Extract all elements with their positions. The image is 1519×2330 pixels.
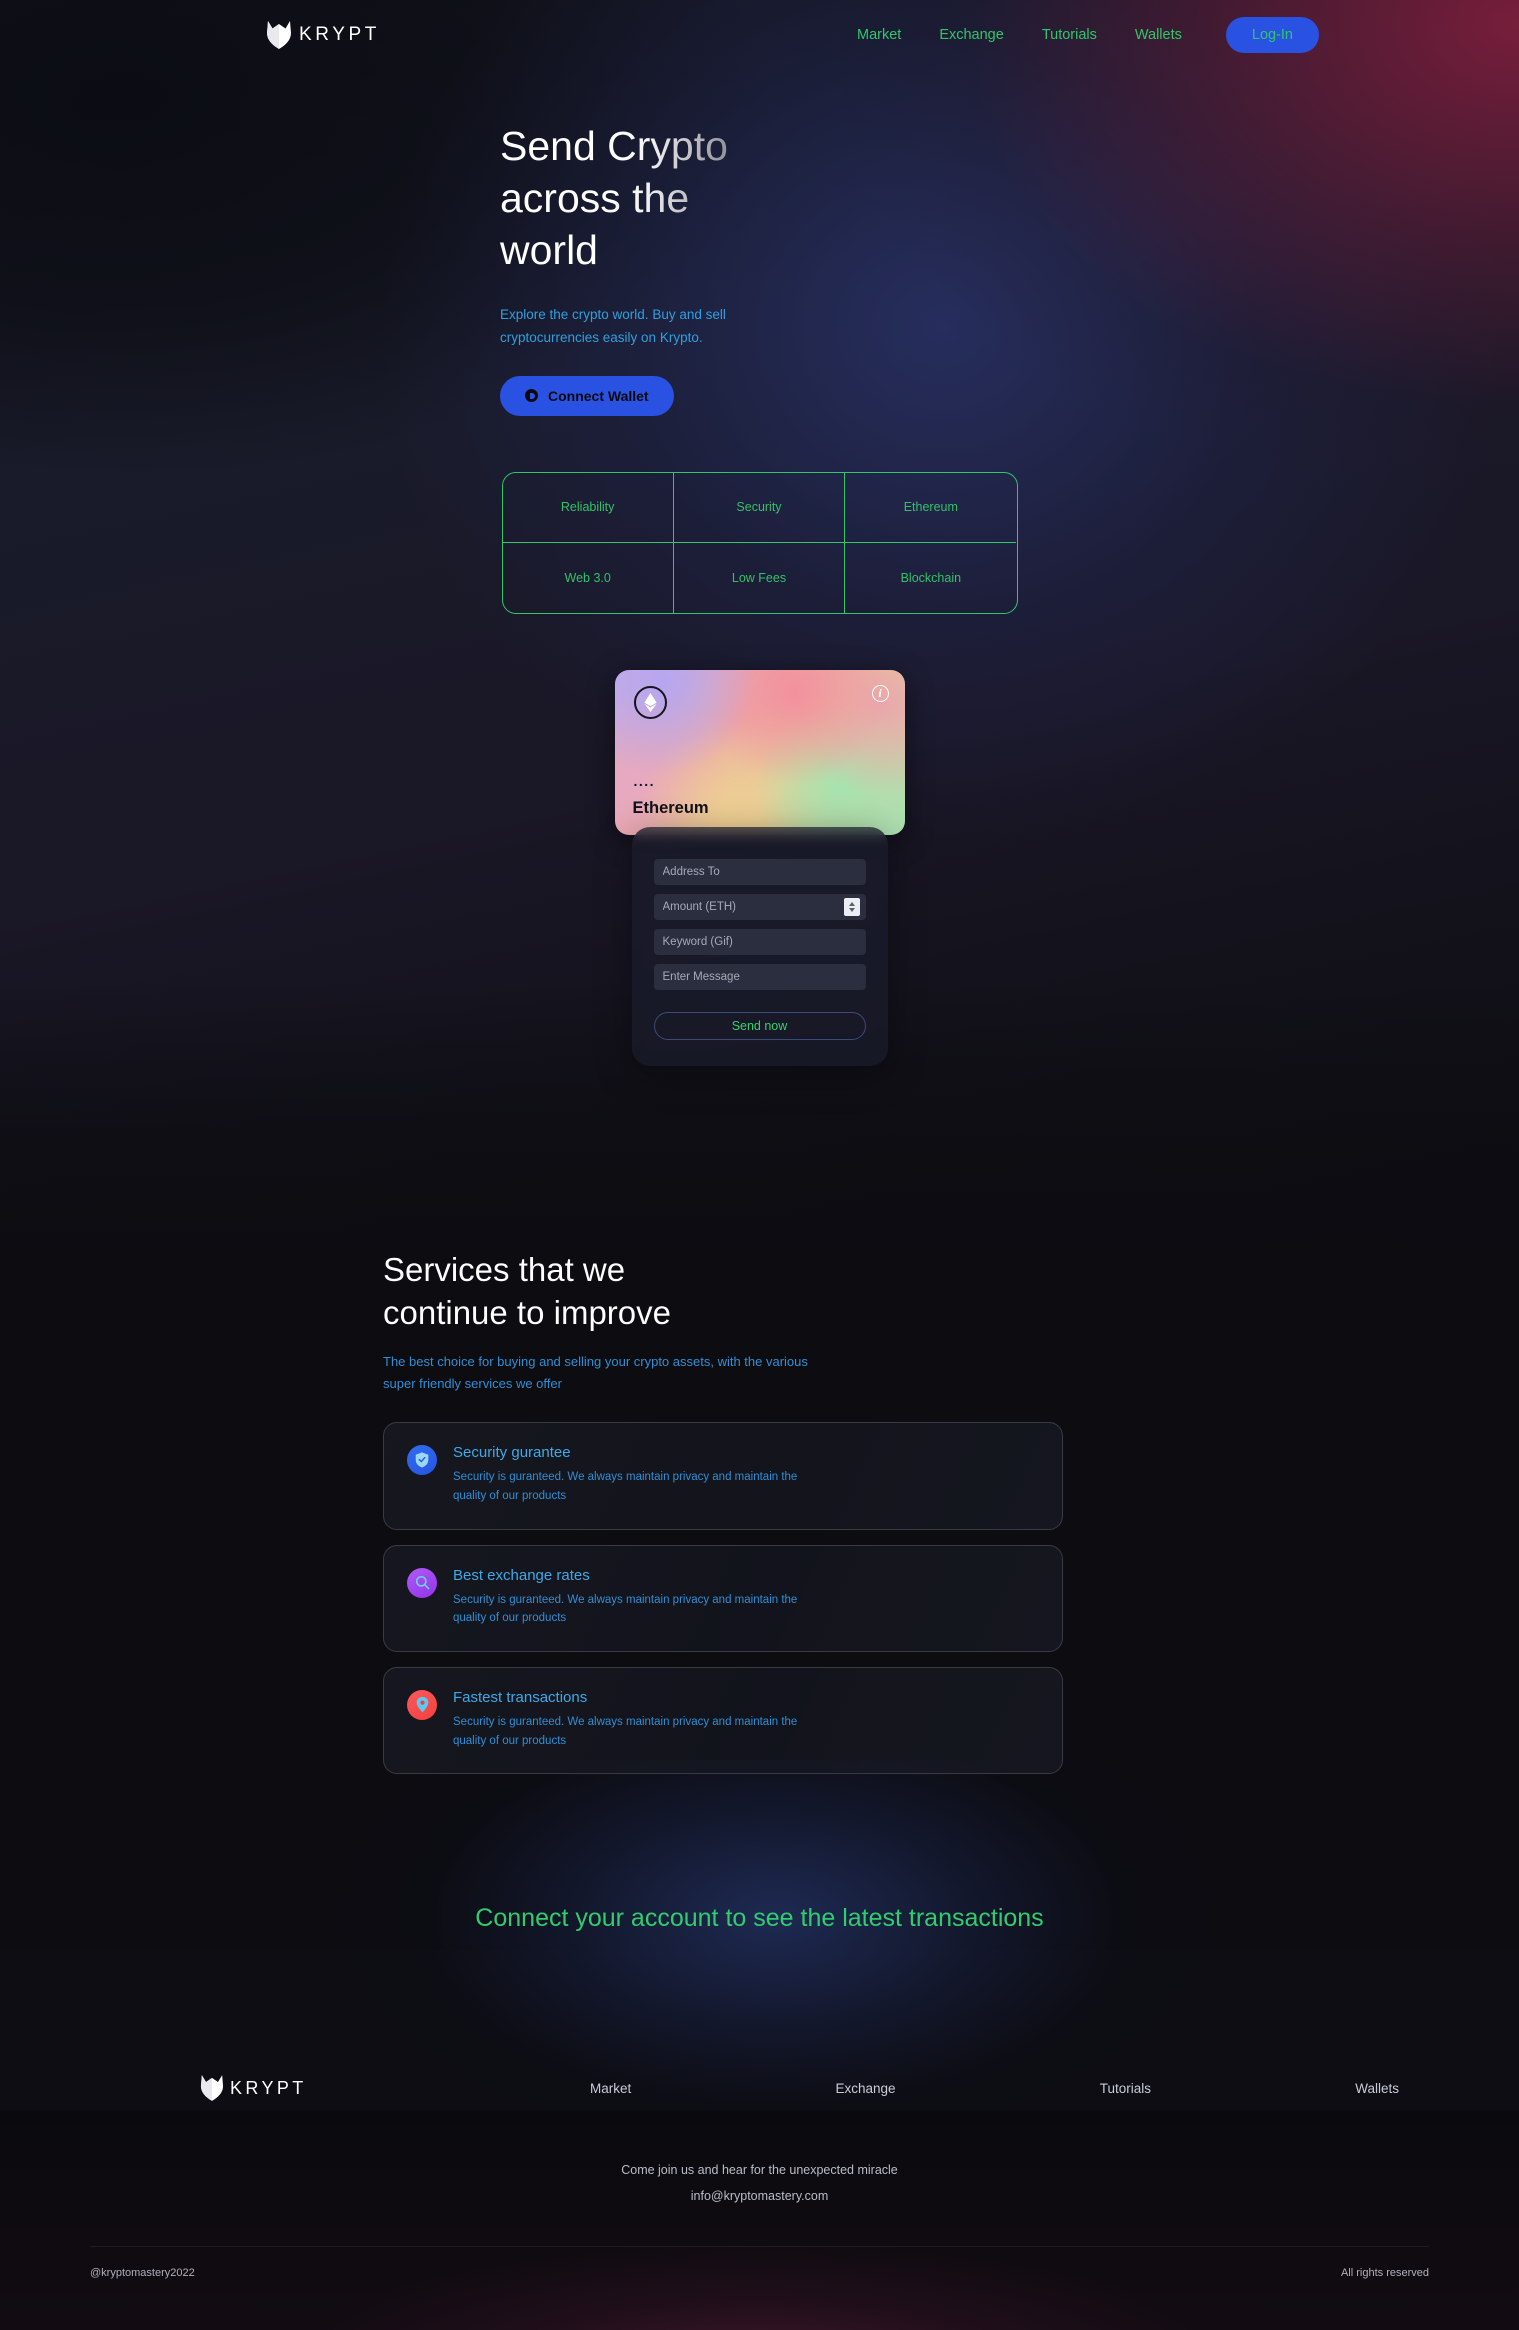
footer-email[interactable]: info@kryptomastery.com <box>0 2183 1519 2209</box>
footer-brand[interactable]: KRYPT <box>200 2074 580 2102</box>
service-card-security-guarantee[interactable]: Security gurantee Security is guranteed.… <box>383 1422 1063 1530</box>
feature-cell-ethereum[interactable]: Ethereum <box>845 473 1017 543</box>
hero-left: Send Crypto across the world Explore the… <box>0 120 760 416</box>
wallet-dot-icon <box>525 389 538 403</box>
keyword-gif-input[interactable] <box>653 928 866 955</box>
feature-cell-low-fees[interactable]: Low Fees <box>674 542 846 613</box>
footer-link-tutorials[interactable]: Tutorials <box>1100 2081 1151 2096</box>
services-title: Services that we continue to improve <box>383 1248 1519 1335</box>
hero-section: Send Crypto across the world Explore the… <box>0 120 1519 416</box>
nav-link-exchange[interactable]: Exchange <box>920 27 1023 43</box>
brand[interactable]: KRYPT <box>266 20 380 50</box>
footer-rights: All rights reserved <box>1340 2266 1429 2279</box>
hero-subtitle: Explore the crypto world. Buy and sell c… <box>500 307 726 346</box>
services-cards: Security gurantee Security is guranteed.… <box>383 1422 1063 1775</box>
login-button[interactable]: Log-In <box>1225 17 1319 53</box>
ethereum-card-dots: .... <box>633 772 656 789</box>
feature-cell-security[interactable]: Security <box>673 472 846 543</box>
krypt-mask-logo-icon <box>200 2075 224 2102</box>
ethereum-card-section: i .... Ethereum <box>0 669 1519 835</box>
send-form-section: Send now <box>0 826 1519 1066</box>
service-card-body: Best exchange rates Security is gurantee… <box>453 1567 797 1628</box>
service-card-best-exchange-rates[interactable]: Best exchange rates Security is gurantee… <box>383 1544 1063 1652</box>
service-card-fastest-transactions[interactable]: Fastest transactions Security is gurante… <box>383 1666 1063 1775</box>
brand-name: KRYPT <box>299 24 381 45</box>
nav-link-wallets[interactable]: Wallets <box>1116 27 1201 43</box>
send-now-button[interactable]: Send now <box>653 1011 866 1040</box>
service-card-text: Security is guranteed. We always maintai… <box>453 1593 798 1625</box>
amount-field-row <box>653 893 866 920</box>
service-card-title: Security gurantee <box>453 1444 571 1462</box>
footer-copyright: @kryptomastery2022 <box>90 2266 195 2279</box>
footer-link-wallets[interactable]: Wallets <box>1355 2081 1399 2096</box>
service-card-title: Best exchange rates <box>453 1566 590 1584</box>
nav-link-market[interactable]: Market <box>838 27 920 43</box>
features-section: Reliability Security Ethereum Web 3.0 Lo… <box>0 471 1519 614</box>
send-form-card: Send now <box>631 826 888 1066</box>
info-icon[interactable]: i <box>871 684 889 702</box>
address-to-input[interactable] <box>653 858 866 885</box>
services-subtitle: The best choice for buying and selling y… <box>383 1353 808 1391</box>
feature-cell-reliability[interactable]: Reliability <box>502 472 674 543</box>
nav-links: Market Exchange Tutorials Wallets Log-In <box>838 17 1419 53</box>
location-pin-icon <box>407 1689 437 1720</box>
footer-links: Market Exchange Tutorials Wallets <box>580 2081 1429 2096</box>
navbar: KRYPT Market Exchange Tutorials Wallets … <box>0 0 1519 70</box>
transactions-banner: Connect your account to see the latest t… <box>475 1904 1044 1933</box>
service-card-text: Security is guranteed. We always maintai… <box>453 1471 798 1502</box>
footer: KRYPT Market Exchange Tutorials Wallets … <box>0 2074 1519 2279</box>
footer-link-market[interactable]: Market <box>590 2081 631 2096</box>
footer-brand-name: KRYPT <box>230 2077 307 2098</box>
connect-wallet-button[interactable]: Connect Wallet <box>500 375 674 416</box>
stepper-up-icon <box>848 901 855 906</box>
service-card-title: Fastest transactions <box>453 1688 588 1706</box>
shield-check-icon <box>407 1445 437 1476</box>
services-section: Services that we continue to improve The… <box>0 1248 1519 1775</box>
service-card-text: Security is guranteed. We always maintai… <box>453 1715 798 1747</box>
ethereum-card: i .... Ethereum <box>614 669 905 835</box>
nav-link-tutorials[interactable]: Tutorials <box>1023 27 1116 43</box>
footer-tagline: Come join us and hear for the unexpected… <box>621 2163 898 2178</box>
feature-cell-web3[interactable]: Web 3.0 <box>503 542 674 613</box>
enter-message-input[interactable] <box>653 963 866 990</box>
service-card-body: Fastest transactions Security is gurante… <box>453 1689 797 1750</box>
footer-bottom: @kryptomastery2022 All rights reserved <box>0 2247 1519 2279</box>
krypt-mask-logo-icon <box>267 21 291 49</box>
hero-title: Send Crypto across the world <box>500 120 760 276</box>
page-root: KRYPT Market Exchange Tutorials Wallets … <box>0 0 1519 2279</box>
search-icon <box>407 1567 437 1598</box>
amount-stepper[interactable] <box>843 897 860 916</box>
features-grid: Reliability Security Ethereum Web 3.0 Lo… <box>501 471 1018 614</box>
ethereum-diamond-icon <box>633 685 667 719</box>
service-card-body: Security gurantee Security is guranteed.… <box>453 1444 797 1505</box>
footer-top: KRYPT Market Exchange Tutorials Wallets <box>0 2074 1519 2102</box>
footer-middle: Come join us and hear for the unexpected… <box>0 2157 1519 2210</box>
footer-link-exchange[interactable]: Exchange <box>835 2081 895 2096</box>
ethereum-card-name: Ethereum <box>632 798 709 817</box>
connect-wallet-label: Connect Wallet <box>548 387 649 404</box>
feature-cell-blockchain[interactable]: Blockchain <box>845 543 1016 613</box>
amount-eth-input[interactable] <box>653 893 866 920</box>
stepper-down-icon <box>848 907 855 912</box>
